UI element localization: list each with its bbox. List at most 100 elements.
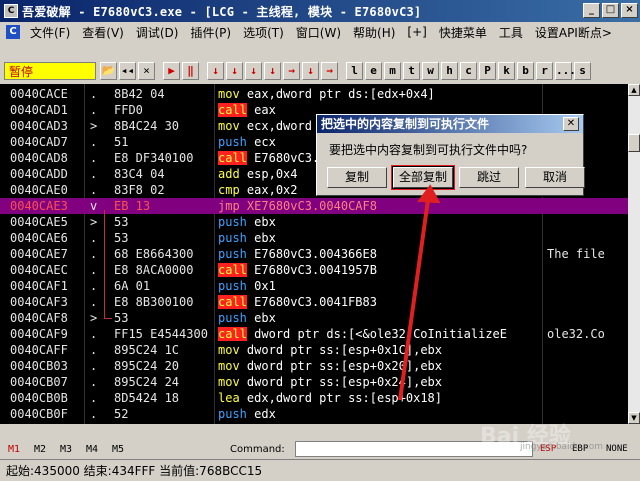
row-hex: 8B42 04 <box>114 87 165 101</box>
breakpoints-button[interactable]: b <box>517 62 534 80</box>
copy-all-button[interactable]: 全部复制 <box>392 166 454 189</box>
scroll-down-icon[interactable]: ▼ <box>628 412 640 424</box>
patches-button[interactable]: P <box>479 62 496 80</box>
tab-m5[interactable]: M5 <box>112 444 130 455</box>
cpu-button[interactable]: c <box>460 62 477 80</box>
row-instruction: push ebx <box>218 310 276 326</box>
disasm-row[interactable]: 0040CACE. 8B42 04 mov eax,dword ptr ds:[ed… <box>0 86 628 102</box>
row-marker: . <box>90 87 98 101</box>
threads-button[interactable]: t <box>403 62 420 80</box>
row-address: 0040CAD7 <box>10 135 68 149</box>
row-operands: E7680vC3.004366E8 <box>254 247 377 261</box>
disasm-row[interactable]: 0040CAF8 >53 push ebx <box>0 310 628 326</box>
execute-till-return-icon[interactable]: → <box>283 62 300 80</box>
row-opcode: call <box>218 295 247 309</box>
goto-icon[interactable]: ↓ <box>302 62 319 80</box>
disasm-row[interactable]: 0040CAF9. FF15 E4544300 call dword ptr ds:… <box>0 326 628 342</box>
menu-plus[interactable]: [+] <box>403 25 434 39</box>
dialog-close-icon[interactable]: ✕ <box>563 117 579 131</box>
menu-api-breakpoint[interactable]: 设置API断点> <box>531 24 620 41</box>
disasm-row[interactable]: 0040CAE7. 68 E8664300 push E7680vC3.004366… <box>0 246 628 262</box>
disasm-row[interactable]: 0040CAF3. E8 8B300100 call E7680vC3.0041FB… <box>0 294 628 310</box>
row-marker: . <box>90 135 98 149</box>
run-trace-button[interactable]: ... <box>555 62 576 80</box>
menu-help[interactable]: 帮助(H) <box>349 24 403 41</box>
row-hex: EB 13 <box>114 199 151 213</box>
row-operands: dword ptr ss:[esp+0x20],ebx <box>246 359 442 373</box>
call-stack-button[interactable]: k <box>498 62 515 80</box>
disasm-row[interactable]: 0040CAE6. 53 push ebx <box>0 230 628 246</box>
disasm-row[interactable]: 0040CAF1. 6A 01 push 0x1 <box>0 278 628 294</box>
disasm-row[interactable]: 0040CB07. 895C24 24 mov dword ptr ss:[esp+… <box>0 374 628 390</box>
open-icon[interactable]: 📂 <box>100 62 117 80</box>
row-address: 0040CACE <box>10 87 68 101</box>
menu-options[interactable]: 选项(T) <box>239 24 292 41</box>
disasm-row[interactable]: 0040CAE3 v EB 13 jmp XE7680vC3.0040CAF8 <box>0 198 628 214</box>
rewind-icon[interactable]: ◂◂ <box>119 62 136 80</box>
pause-icon[interactable]: ‖ <box>182 62 199 80</box>
row-marker: . <box>90 231 98 245</box>
tab-m1[interactable]: M1 <box>8 444 26 455</box>
handles-button[interactable]: h <box>441 62 458 80</box>
none-label[interactable]: NONE <box>606 444 628 454</box>
app-icon: C <box>4 4 18 18</box>
row-address: 0040CAF9 <box>10 327 68 341</box>
row-hex: E8 8B300100 <box>114 295 194 309</box>
row-marker: > <box>90 311 98 325</box>
copy-button[interactable]: 复制 <box>327 167 387 188</box>
menu-window[interactable]: 窗口(W) <box>292 24 349 41</box>
disasm-row[interactable]: 0040CB03. 895C24 20 mov dword ptr ss:[esp+… <box>0 358 628 374</box>
row-instruction: cmp eax,0x2 <box>218 182 298 198</box>
references-button[interactable]: r <box>536 62 553 80</box>
row-instruction: mov dword ptr ss:[esp+0x24],ebx <box>218 374 442 390</box>
row-opcode: push <box>218 247 247 261</box>
title-bar[interactable]: C 吾爱破解 - E7680vC3.exe - [LCG - 主线程, 模块 -… <box>0 0 640 22</box>
scroll-thumb[interactable] <box>628 134 640 152</box>
source-button[interactable]: s <box>574 62 591 80</box>
trace-into-icon[interactable]: ↓ <box>245 62 262 80</box>
run-icon[interactable]: ▶ <box>163 62 180 80</box>
trace-over-icon[interactable]: ↓ <box>264 62 281 80</box>
close-button[interactable]: × <box>621 3 638 18</box>
disasm-row[interactable]: 0040CB0B. 8D5424 18 lea edx,dword ptr ss:[… <box>0 390 628 406</box>
tab-m3[interactable]: M3 <box>60 444 78 455</box>
row-opcode: call <box>218 151 247 165</box>
menu-tools[interactable]: 工具 <box>495 24 531 41</box>
skip-button[interactable]: 跳过 <box>459 167 519 188</box>
status-paused: 暂停 <box>4 62 96 80</box>
row-address: 0040CAE5 <box>10 215 68 229</box>
menu-debug[interactable]: 调试(D) <box>132 24 187 41</box>
row-opcode: call <box>218 263 247 277</box>
row-instruction: push ebx <box>218 214 276 230</box>
row-instruction: mov eax,dword ptr ds:[edx+0x4] <box>218 86 435 102</box>
menu-file[interactable]: 文件(F) <box>26 24 78 41</box>
disasm-row[interactable]: 0040CAE5 >53 push ebx <box>0 214 628 230</box>
tab-m2[interactable]: M2 <box>34 444 52 455</box>
minimize-button[interactable]: _ <box>583 3 600 18</box>
menu-view[interactable]: 查看(V) <box>78 24 132 41</box>
row-operands: E7680vC3. <box>254 151 320 165</box>
disasm-row[interactable]: 0040CAFF. 895C24 1C mov dword ptr ss:[esp+… <box>0 342 628 358</box>
scroll-up-icon[interactable]: ▲ <box>628 84 640 96</box>
close-icon[interactable]: × <box>138 62 155 80</box>
cpu-icon[interactable]: C <box>6 25 20 39</box>
jump-connector <box>104 210 105 318</box>
cancel-button[interactable]: 取消 <box>525 167 585 188</box>
windows-button[interactable]: w <box>422 62 439 80</box>
step-over-icon[interactable]: ↓ <box>226 62 243 80</box>
step-into-icon[interactable]: ↓ <box>207 62 224 80</box>
memory-map-button[interactable]: m <box>384 62 401 80</box>
disasm-row[interactable]: 0040CAEC. E8 8ACA0000 call E7680vC3.004195… <box>0 262 628 278</box>
menu-plugins[interactable]: 插件(P) <box>186 24 239 41</box>
row-operands: ecx <box>254 135 276 149</box>
tab-m4[interactable]: M4 <box>86 444 104 455</box>
row-marker: . <box>90 391 98 405</box>
disassembly-scrollbar[interactable]: ▲ ▼ <box>628 84 640 424</box>
log-window-button[interactable]: l <box>346 62 363 80</box>
dialog-title[interactable]: 把选中的内容复制到可执行文件 <box>317 115 583 133</box>
executable-modules-button[interactable]: e <box>365 62 382 80</box>
menu-shortcuts[interactable]: 快捷菜单 <box>435 24 495 41</box>
jump-icon[interactable]: → <box>321 62 338 80</box>
toolbar: 暂停 📂 ◂◂ × ▶ ‖ ↓ ↓ ↓ ↓ → ↓ → l e m t w h … <box>0 60 640 82</box>
maximize-button[interactable]: □ <box>602 3 619 18</box>
